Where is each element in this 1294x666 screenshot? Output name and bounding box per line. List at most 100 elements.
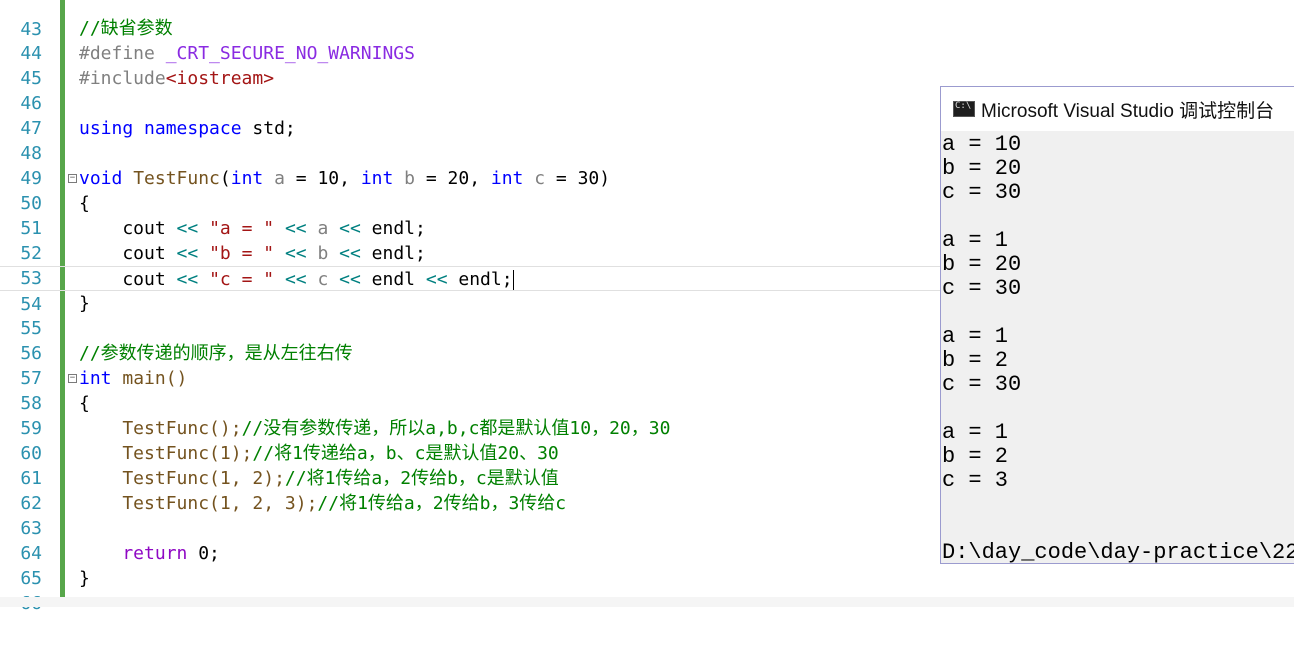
identifier: endl;	[447, 269, 513, 290]
default-value: = 10,	[284, 168, 361, 189]
code-line[interactable]: 63 TestFunc(1, 2, 3);//将1传给a，2传给b，3传给c	[0, 491, 940, 539]
console-line: c = 30	[942, 276, 1022, 301]
console-title: Microsoft Visual Studio 调试控制台	[981, 100, 1275, 122]
current-code-line[interactable]: 54 cout << "c = " << c << endl << endl;	[0, 266, 940, 315]
code-line[interactable]: 43	[0, 0, 940, 40]
collapse-icon[interactable]: −	[68, 374, 77, 383]
console-line: c = 3	[942, 468, 1009, 493]
code-line[interactable]: 65 return 0;	[0, 541, 940, 589]
brace: }	[79, 293, 90, 314]
identifier: endl;	[360, 218, 426, 239]
identifier: endl;	[360, 243, 426, 264]
code-line[interactable]: 64	[0, 516, 940, 564]
brace: }	[79, 568, 90, 589]
code-line[interactable]: 61 TestFunc(1);//将1传递给a，b、c是默认值20、30	[0, 441, 940, 489]
code-line[interactable]: 53 cout << "b = " << b << endl;	[0, 241, 940, 289]
function-call: TestFunc(1);	[79, 443, 253, 464]
punct: (	[219, 168, 231, 189]
default-value: = 20,	[415, 168, 491, 189]
string: "c = "	[198, 269, 285, 290]
operator: <<	[176, 269, 199, 290]
console-line: a = 1	[942, 324, 1009, 349]
code-line[interactable]: 62 TestFunc(1, 2);//将1传给a，2传给b，c是默认值	[0, 466, 940, 514]
operator: <<	[176, 243, 199, 264]
operator: <<	[425, 269, 448, 290]
brace: {	[79, 393, 90, 414]
identifier: cout	[79, 243, 177, 264]
comment: //没有参数传递，所以a,b,c都是默认值10，20，30	[241, 418, 671, 439]
code-line[interactable]: 56	[0, 316, 940, 364]
default-value: = 30)	[545, 168, 611, 189]
operator: <<	[284, 243, 307, 264]
code-line[interactable]: 52 cout << "a = " << a << endl;	[0, 216, 940, 264]
identifier: endl	[360, 269, 426, 290]
console-line: D:\day_code\day-practice\22_01	[942, 540, 1294, 564]
code-line[interactable]: 66 }	[0, 566, 940, 614]
function-call: TestFunc(1, 2, 3);	[79, 493, 318, 514]
brace: {	[79, 193, 90, 214]
text-caret	[512, 270, 514, 290]
console-output[interactable]: a = 10 b = 20 c = 30 a = 1 b = 20 c = 30…	[941, 131, 1294, 563]
comment: //将1传给a，2传给b，3传给c	[317, 493, 567, 514]
debug-console-window[interactable]: Microsoft Visual Studio 调试控制台 a = 10 b =…	[940, 86, 1294, 564]
function-name: main()	[111, 368, 188, 389]
keyword: int	[490, 168, 524, 189]
function-name: TestFunc	[122, 168, 220, 189]
param: a	[306, 218, 340, 239]
code-line[interactable]: 58 − int main()	[0, 366, 940, 414]
console-line: a = 1	[942, 420, 1009, 445]
operator: <<	[284, 218, 307, 239]
console-line: b = 2	[942, 444, 1009, 469]
code-line[interactable]: 47	[0, 91, 940, 139]
operator: <<	[339, 218, 361, 239]
operator: <<	[339, 269, 361, 290]
code-line[interactable]: 59 {	[0, 391, 940, 439]
code-line[interactable]: 55 }	[0, 291, 940, 339]
keyword: return	[79, 543, 188, 564]
keyword: void	[79, 168, 123, 189]
console-line: a = 10	[942, 132, 1022, 157]
horizontal-scroll-area[interactable]	[0, 597, 1294, 607]
console-line: c = 30	[942, 180, 1022, 205]
code-line[interactable]: 51 {	[0, 191, 940, 239]
function-call: TestFunc(1, 2);	[79, 468, 285, 489]
console-line: b = 20	[942, 252, 1022, 277]
identifier: std;	[252, 118, 296, 139]
preprocessor: #include	[79, 68, 166, 89]
preprocessor: #define	[79, 43, 166, 64]
include-path: <iostream>	[165, 68, 275, 89]
param: b	[393, 168, 416, 189]
keyword: int	[230, 168, 264, 189]
code-line[interactable]: 46 #include<iostream>	[0, 66, 940, 114]
comment: //将1传递给a，b、c是默认值20、30	[252, 443, 559, 464]
code-line[interactable]: 45 #define _CRT_SECURE_NO_WARNINGS	[0, 41, 940, 89]
param: a	[263, 168, 285, 189]
operator: <<	[176, 218, 199, 239]
macro: _CRT_SECURE_NO_WARNINGS	[165, 43, 415, 64]
keyword: int	[360, 168, 394, 189]
literal: 0;	[187, 543, 220, 564]
identifier: cout	[79, 218, 177, 239]
comment: //参数传递的顺序，是从左往右传	[79, 343, 353, 364]
console-line: a = 1	[942, 228, 1009, 253]
console-line: b = 20	[942, 156, 1022, 181]
code-line[interactable]: 49	[0, 141, 940, 189]
identifier: cout	[79, 269, 177, 290]
function-call: TestFunc();	[79, 418, 242, 439]
operator: <<	[339, 243, 361, 264]
comment: //缺省参数	[79, 18, 173, 39]
console-titlebar[interactable]: Microsoft Visual Studio 调试控制台	[941, 87, 1294, 131]
code-line[interactable]: 50 − void TestFunc(int a = 10, int b = 2…	[0, 166, 940, 214]
keyword: namespace	[133, 118, 253, 139]
keyword: using	[79, 118, 134, 139]
console-line: c = 30	[942, 372, 1022, 397]
console-line: b = 2	[942, 348, 1009, 373]
code-line[interactable]: 44 //缺省参数	[0, 16, 940, 64]
comment: //将1传给a，2传给b，c是默认值	[284, 468, 559, 489]
collapse-icon[interactable]: −	[68, 174, 77, 183]
code-line[interactable]: 60 TestFunc();//没有参数传递，所以a,b,c都是默认值10，20…	[0, 416, 940, 464]
operator: <<	[284, 269, 307, 290]
code-line[interactable]: 57 //参数传递的顺序，是从左往右传	[0, 341, 940, 389]
console-app-icon	[953, 101, 975, 117]
code-line[interactable]: 48 using namespace std;	[0, 116, 940, 164]
